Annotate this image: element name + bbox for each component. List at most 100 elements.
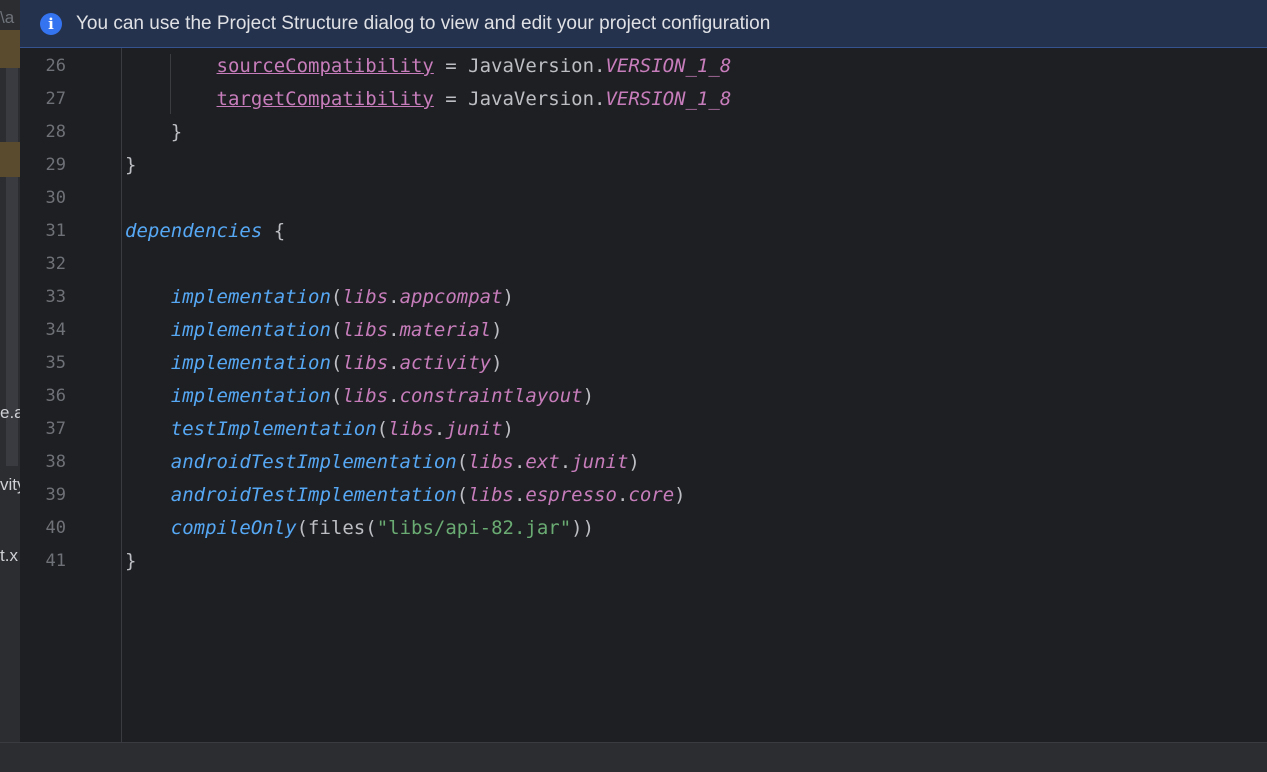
code-token: . [433, 418, 446, 440]
line-number: 26 [45, 56, 66, 76]
code-text[interactable]: } [125, 545, 136, 578]
code-line[interactable]: 39 androidTestImplementation(libs.espres… [20, 479, 1267, 512]
info-icon: i [40, 12, 62, 35]
code-text[interactable]: androidTestImplementation(libs.espresso.… [125, 479, 686, 512]
line-number: 38 [45, 452, 66, 472]
line-number: 40 [45, 518, 66, 538]
code-token: testImplementation [170, 418, 377, 440]
code-text[interactable]: implementation(libs.activity) [125, 347, 503, 380]
tree-item-fragment[interactable]: e.a [0, 403, 20, 423]
code-line[interactable]: 38 androidTestImplementation(libs.ext.ju… [20, 446, 1267, 479]
code-token: . [513, 484, 526, 506]
code-line[interactable]: 35 implementation(libs.activity) [20, 347, 1267, 380]
tree-item-fragment[interactable]: vity [0, 475, 20, 495]
code-token: ) [502, 418, 514, 440]
code-line[interactable]: 32 [20, 248, 1267, 281]
code-text[interactable]: } [125, 116, 182, 149]
code-token: ( [330, 319, 343, 341]
code-editor[interactable]: 26 sourceCompatibility = JavaVersion.VER… [20, 48, 1267, 742]
line-number: 39 [45, 485, 66, 505]
code-token: . [513, 451, 526, 473]
code-text[interactable]: sourceCompatibility = JavaVersion.VERSIO… [125, 50, 732, 83]
code-line[interactable]: 26 sourceCompatibility = JavaVersion.VER… [20, 50, 1267, 83]
code-token: ( [330, 385, 343, 407]
line-number: 33 [45, 287, 66, 307]
code-line[interactable]: 37 testImplementation(libs.junit) [20, 413, 1267, 446]
code-token: ( [456, 451, 469, 473]
code-token: . [388, 352, 400, 374]
code-text[interactable]: targetCompatibility = JavaVersion.VERSIO… [125, 83, 732, 116]
code-token: compileOnly [170, 517, 297, 539]
tree-item-fragment[interactable]: t.x [0, 546, 18, 566]
code-token: libs [342, 385, 389, 407]
code-token: ext [525, 451, 560, 473]
code-token: . [388, 385, 400, 407]
code-line[interactable]: 41} [20, 545, 1267, 578]
code-token: "libs/api-82.jar" [376, 517, 572, 539]
code-token: ( [330, 286, 343, 308]
code-token: . [616, 484, 629, 506]
code-line[interactable]: 29} [20, 149, 1267, 182]
code-line[interactable]: 36 implementation(libs.constraintlayout) [20, 380, 1267, 413]
code-line[interactable]: 27 targetCompatibility = JavaVersion.VER… [20, 83, 1267, 116]
code-token: VERSION_1_8 [605, 55, 732, 77]
code-line[interactable]: 30 [20, 182, 1267, 215]
code-text[interactable]: compileOnly(files("libs/api-82.jar")) [125, 512, 594, 545]
code-token: ( [376, 418, 389, 440]
status-bar [0, 742, 1267, 772]
code-line[interactable]: 34 implementation(libs.material) [20, 314, 1267, 347]
code-token: ) [491, 319, 503, 341]
code-token: core [628, 484, 675, 506]
code-token: = JavaVersion. [433, 88, 606, 110]
line-number: 27 [45, 89, 66, 109]
code-text[interactable]: implementation(libs.constraintlayout) [125, 380, 594, 413]
code-token: ) [491, 352, 503, 374]
code-text[interactable]: dependencies { [125, 215, 285, 248]
code-line[interactable]: 33 implementation(libs.appcompat) [20, 281, 1267, 314]
code-token: appcompat [399, 286, 503, 308]
code-token: = JavaVersion. [433, 55, 606, 77]
code-token: material [399, 319, 492, 341]
line-number: 37 [45, 419, 66, 439]
code-token: VERSION_1_8 [605, 88, 732, 110]
code-token: junit [571, 451, 629, 473]
line-number: 34 [45, 320, 66, 340]
code-text[interactable]: testImplementation(libs.junit) [125, 413, 514, 446]
code-text[interactable]: androidTestImplementation(libs.ext.junit… [125, 446, 640, 479]
code-token: ( [330, 352, 343, 374]
code-text[interactable]: } [125, 149, 136, 182]
code-token: constraintlayout [399, 385, 583, 407]
code-token: implementation [170, 319, 331, 341]
code-token: )) [571, 517, 595, 539]
code-line[interactable]: 28 } [20, 116, 1267, 149]
code-token: } [125, 154, 137, 176]
code-token: ) [502, 286, 514, 308]
code-token: libs [342, 352, 389, 374]
code-text[interactable]: implementation(libs.material) [125, 314, 503, 347]
code-token: sourceCompatibility [216, 55, 434, 77]
line-number: 41 [45, 551, 66, 571]
selection-highlight [0, 30, 20, 68]
code-token: . [388, 286, 400, 308]
code-line[interactable]: 40 compileOnly(files("libs/api-82.jar")) [20, 512, 1267, 545]
code-text[interactable]: implementation(libs.appcompat) [125, 281, 514, 314]
info-notification-banner[interactable]: i You can use the Project Structure dial… [20, 0, 1267, 48]
code-token: libs [468, 484, 514, 506]
code-token: implementation [170, 286, 331, 308]
code-line[interactable]: 31 dependencies { [20, 215, 1267, 248]
code-token: { [262, 220, 286, 242]
line-number: 28 [45, 122, 66, 142]
code-token: (files( [296, 517, 377, 539]
tree-item-fragment[interactable]: \a [0, 8, 14, 28]
code-token: dependencies [125, 220, 263, 242]
